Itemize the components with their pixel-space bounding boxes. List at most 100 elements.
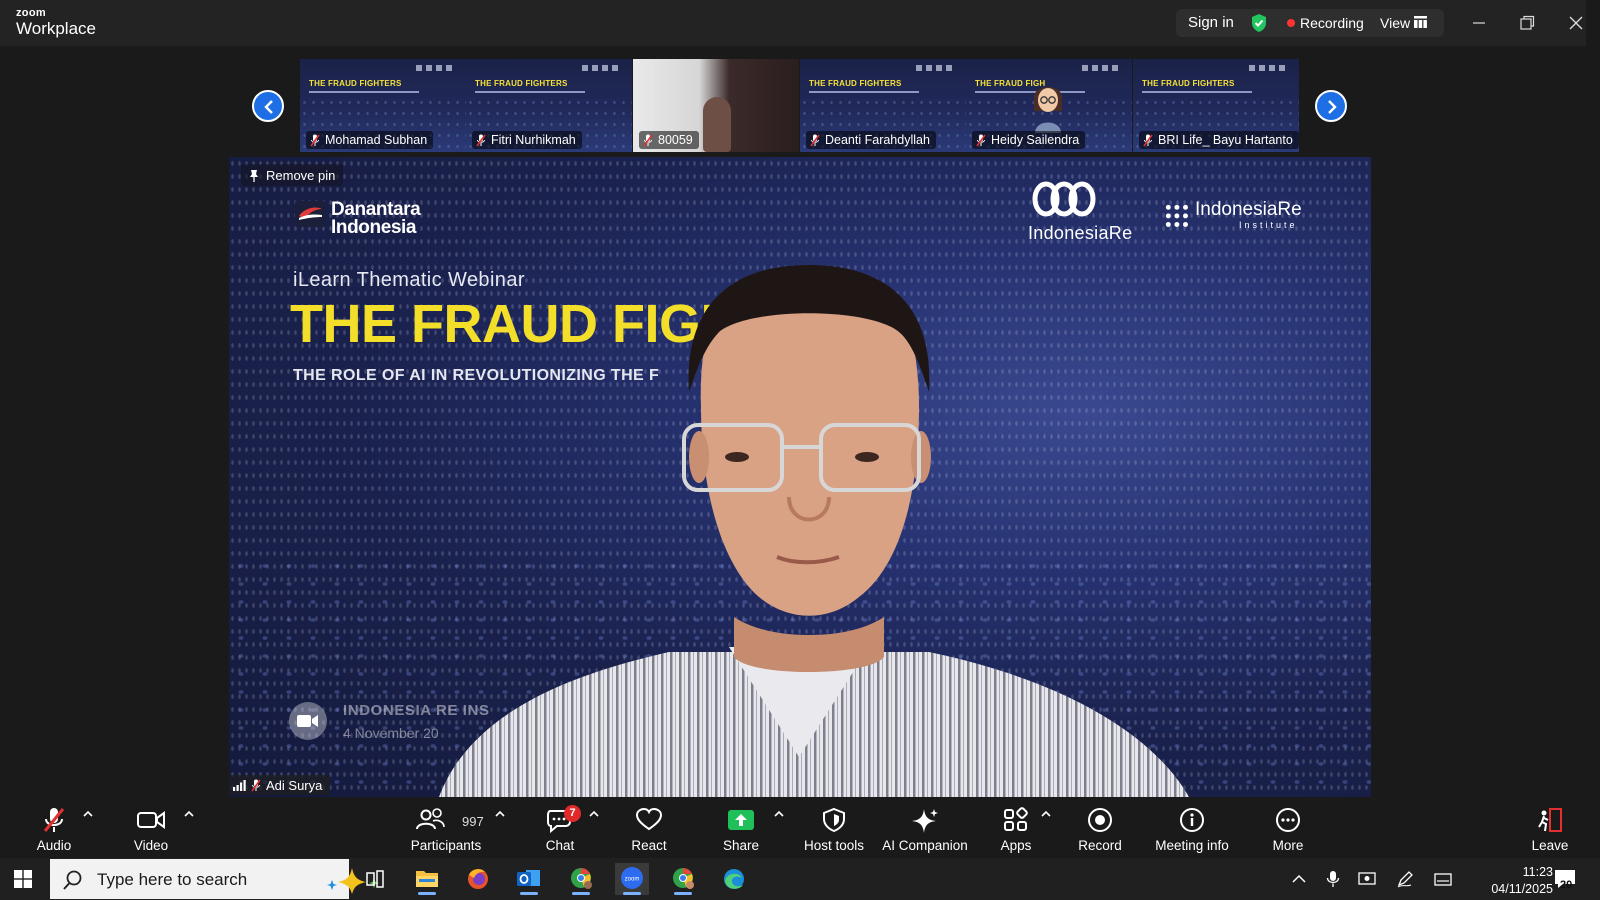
chrome-icon: [673, 868, 694, 889]
participant-tile[interactable]: THE FRAUD FIGHTERS BRI Life_ Bayu Hartan…: [1133, 59, 1299, 152]
touch-keyboard-icon[interactable]: [1434, 870, 1452, 888]
participant-tile[interactable]: 80059: [633, 59, 799, 152]
microphone-icon[interactable]: [1324, 870, 1342, 888]
taskbar-outlook[interactable]: [512, 863, 546, 895]
participant-name-tag: Mohamad Subhan: [306, 131, 434, 149]
meeting-info-button[interactable]: Meeting info: [1153, 807, 1231, 853]
react-button[interactable]: React: [627, 807, 671, 853]
participant-name-tag: 80059: [639, 131, 699, 149]
windows-taskbar: Type here to search zoom 11:23 04/11/202…: [0, 858, 1600, 900]
task-view-icon[interactable]: [358, 863, 392, 895]
participant-tile[interactable]: THE FRAUD FIGH Heidy Sailendra: [966, 59, 1132, 152]
audio-label: Audio: [36, 838, 72, 853]
participant-name-tag: Deanti Farahdyllah: [806, 131, 936, 149]
taskbar-search-box[interactable]: Type here to search: [50, 859, 379, 899]
ai-companion-button[interactable]: AI Companion: [882, 807, 968, 853]
close-icon[interactable]: [1565, 12, 1587, 34]
more-button[interactable]: More: [1268, 807, 1308, 853]
tile-slide-subtitle-bar: [309, 91, 419, 93]
slide-logos: [582, 65, 622, 71]
grid-view-icon[interactable]: [1414, 16, 1427, 28]
slide-logos: [1249, 65, 1289, 71]
sparkle-icon: [912, 809, 938, 833]
tile-slide-title: THE FRAUD FIGHTERS: [809, 79, 902, 88]
participant-count: 997: [462, 814, 484, 829]
audio-options-chevron-icon[interactable]: [82, 809, 94, 819]
screen-capture-icon[interactable]: [1358, 870, 1376, 888]
participant-name-tag: Heidy Sailendra: [972, 131, 1086, 149]
encryption-shield-icon[interactable]: [1250, 13, 1268, 33]
participant-name: BRI Life_ Bayu Hartanto: [1158, 133, 1293, 147]
recording-indicator[interactable]: Recording: [1300, 15, 1364, 31]
audio-button[interactable]: Audio: [28, 807, 80, 853]
tile-slide-subtitle-bar: [809, 91, 919, 93]
view-button[interactable]: View: [1380, 15, 1410, 31]
share-button[interactable]: Share: [719, 807, 763, 853]
taskbar-zoom[interactable]: zoom: [615, 863, 649, 895]
strip-prev-button[interactable]: [252, 90, 284, 122]
leave-label: Leave: [1531, 838, 1569, 853]
share-options-chevron-icon[interactable]: [773, 809, 785, 819]
participant-tile[interactable]: THE FRAUD FIGHTERS Fitri Nurhikmah: [466, 59, 632, 152]
apps-options-chevron-icon[interactable]: [1040, 809, 1052, 819]
taskbar-file-explorer[interactable]: [410, 863, 444, 895]
participant-name: Deanti Farahdyllah: [825, 133, 930, 147]
slide-logos: [416, 65, 456, 71]
apps-button[interactable]: Apps: [994, 807, 1038, 853]
chrome-icon: [571, 868, 592, 889]
record-label: Record: [1078, 838, 1122, 853]
taskbar-chrome[interactable]: [666, 863, 700, 895]
video-options-chevron-icon[interactable]: [183, 809, 195, 819]
chat-options-chevron-icon[interactable]: [588, 809, 600, 819]
firefox-icon[interactable]: [461, 863, 495, 895]
mic-muted-icon: [251, 779, 261, 791]
main-video[interactable]: Remove pin Danantara Indonesia Indonesia…: [229, 157, 1371, 797]
apps-icon: [1004, 807, 1028, 831]
brand-name: Workplace: [16, 19, 96, 38]
notification-count: 20: [1560, 879, 1573, 891]
strip-next-button[interactable]: [1315, 90, 1347, 122]
meeting-info-label: Meeting info: [1155, 838, 1229, 853]
sign-in-button[interactable]: Sign in: [1188, 14, 1234, 31]
slide-logos: [1082, 65, 1122, 71]
share-label: Share: [722, 838, 760, 853]
leave-button[interactable]: Leave: [1530, 807, 1570, 853]
recording-dot-icon: [1287, 19, 1295, 27]
svg-text:zoom: zoom: [625, 877, 640, 883]
video-camera-icon: [137, 811, 165, 829]
chat-unread-badge: 7: [564, 805, 581, 822]
search-icon: [63, 870, 82, 890]
record-button[interactable]: Record: [1076, 807, 1124, 853]
apps-label: Apps: [1000, 838, 1032, 853]
host-tools-button[interactable]: Host tools: [801, 807, 867, 853]
participant-name: Fitri Nurhikmah: [491, 133, 576, 147]
react-label: React: [631, 838, 667, 853]
pen-icon[interactable]: [1396, 870, 1414, 888]
edge-icon[interactable]: [717, 863, 751, 895]
participants-options-chevron-icon[interactable]: [494, 809, 506, 819]
windows-start-icon[interactable]: [14, 870, 32, 888]
info-icon: [1180, 808, 1204, 832]
title-bar: zoom Workplace Sign in Recording View: [0, 0, 1600, 46]
taskbar-chrome-profile[interactable]: [564, 863, 598, 895]
folder-icon: [416, 871, 438, 887]
heart-icon: [635, 807, 663, 831]
participant-tile[interactable]: THE FRAUD FIGHTERS Deanti Farahdyllah: [800, 59, 966, 152]
participant-name: Mohamad Subhan: [325, 133, 428, 147]
mic-muted-icon: [976, 134, 986, 146]
slide-logos: [916, 65, 956, 71]
ai-companion-label: AI Companion: [882, 838, 968, 853]
system-clock[interactable]: 11:23 04/11/2025: [1467, 864, 1553, 898]
participant-name-tag: Fitri Nurhikmah: [472, 131, 582, 149]
minimize-icon[interactable]: [1468, 12, 1490, 34]
video-button[interactable]: Video: [126, 807, 176, 853]
participant-video-person: [703, 97, 731, 152]
participant-name: Heidy Sailendra: [991, 133, 1080, 147]
participants-label: Participants: [410, 838, 482, 853]
tile-slide-title: THE FRAUD FIGHTERS: [475, 79, 568, 88]
participant-name-tag: BRI Life_ Bayu Hartanto: [1139, 131, 1299, 149]
restore-icon[interactable]: [1516, 12, 1538, 34]
tile-slide-subtitle-bar: [475, 91, 585, 93]
show-hidden-icons-chevron-icon[interactable]: [1290, 870, 1308, 888]
participant-tile[interactable]: THE FRAUD FIGHTERS Mohamad Subhan: [300, 59, 466, 152]
